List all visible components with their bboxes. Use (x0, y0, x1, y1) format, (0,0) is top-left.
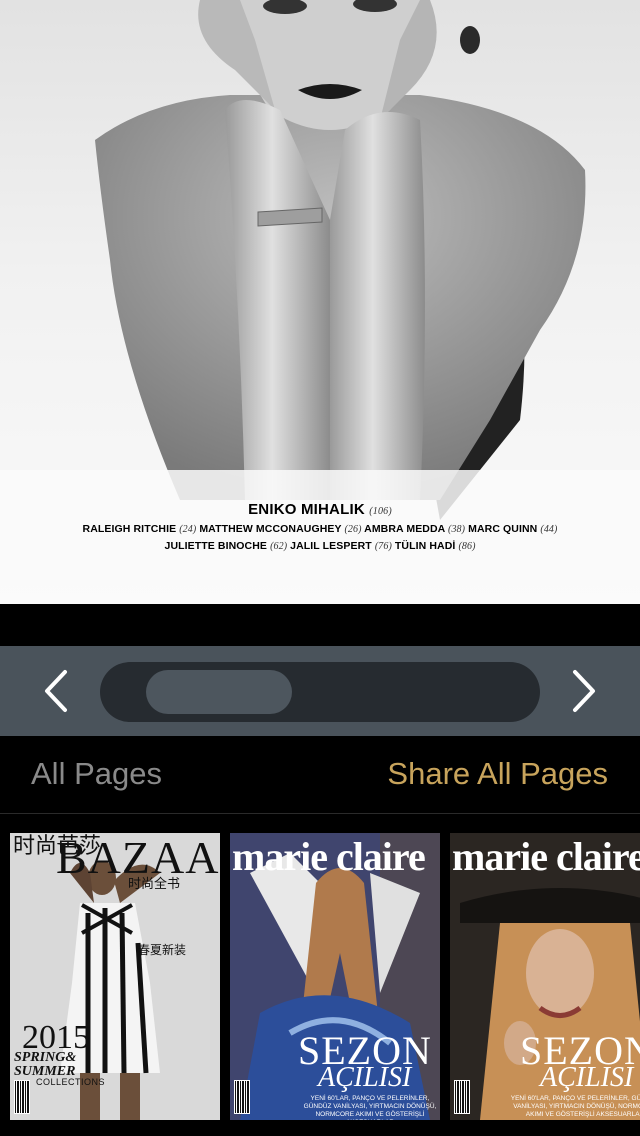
credit-page: (38) (448, 524, 466, 535)
credit-name: JALIL LESPERT (290, 540, 372, 552)
cover-3-masthead: marie claire (452, 834, 640, 879)
credit-name: MATTHEW MCCONAUGHEY (199, 523, 342, 535)
page-scrubber-thumb[interactable] (146, 670, 292, 714)
next-page-button[interactable] (534, 646, 634, 736)
credit-name: AMBRA MEDDA (364, 523, 445, 535)
credit-page: (24) (179, 524, 197, 535)
cover-2-masthead: marie claire (232, 834, 426, 879)
cover-1-season: SPRING& SUMMER (14, 1051, 76, 1079)
pages-toolbar: All Pages Share All Pages (0, 736, 640, 814)
share-all-pages-button[interactable]: Share All Pages (387, 756, 608, 792)
magazine-reader-screen: ENIKO MIHALIK (106) RALEIGH RITCHIE (24)… (0, 0, 640, 1136)
all-pages-button[interactable]: All Pages (31, 756, 162, 792)
credit-page: (26) (344, 524, 362, 535)
page-thumbnail-strip[interactable]: 时尚芭莎 BAZAAR 时尚全书 春夏新装 2015 SPRING& SUMME… (0, 815, 640, 1136)
cover-1-season-line-1: SPRING& (14, 1050, 77, 1065)
credits-line-2: JULIETTE BINOCHE (62) JALIL LESPERT (76)… (0, 538, 640, 555)
cover-1-collections: COLLECTIONS (36, 1077, 106, 1087)
credits-headline-name: ENIKO MIHALIK (248, 501, 365, 518)
cover-credits: ENIKO MIHALIK (106) RALEIGH RITCHIE (24)… (0, 500, 640, 555)
cover-3-subhead: AÇILISI (540, 1062, 634, 1093)
page-viewer[interactable]: ENIKO MIHALIK (106) RALEIGH RITCHIE (24)… (0, 0, 640, 604)
credit-page: (86) (458, 541, 476, 552)
credits-headline: ENIKO MIHALIK (106) (0, 500, 640, 521)
cover-2-tagline: YENİ 60'LAR, PANÇO VE PELERİNLER, GÜNDÜZ… (303, 1095, 437, 1120)
credits-line-1: RALEIGH RITCHIE (24) MATTHEW MCCONAUGHEY… (0, 521, 640, 538)
chevron-left-icon (45, 670, 67, 712)
thumbnail-marie-claire-cover-1[interactable]: marie claire SEZON AÇILISI YENİ 60'LAR, … (230, 833, 440, 1120)
cover-1-spring-cn: 春夏新装 (138, 943, 187, 957)
thumbnail-bazaar-cover[interactable]: 时尚芭莎 BAZAAR 时尚全书 春夏新装 2015 SPRING& SUMME… (10, 833, 220, 1120)
credit-name: RALEIGH RITCHIE (82, 523, 177, 535)
thumbnail-marie-claire-cover-2[interactable]: marie claire SEZON AÇILISI YENİ 60'LAR, … (450, 833, 640, 1120)
credits-headline-num: (106) (369, 506, 392, 517)
credit-page: (76) (374, 541, 392, 552)
barcode-icon (14, 1080, 30, 1114)
cover-2-subhead: AÇILISI (318, 1062, 412, 1093)
credit-name: TÜLIN HADİ (394, 540, 456, 552)
chevron-right-icon (573, 670, 595, 712)
previous-page-button[interactable] (6, 646, 106, 736)
cover-1-subtitle-cn: 时尚全书 (128, 877, 181, 892)
credit-page: (44) (540, 524, 558, 535)
barcode-icon (234, 1080, 250, 1114)
page-scrubber-track[interactable] (100, 662, 540, 722)
page-scrubber-bar (0, 646, 640, 736)
credit-name: MARC QUINN (468, 523, 538, 535)
credit-name: JULIETTE BINOCHE (164, 540, 268, 552)
credit-page: (62) (270, 541, 288, 552)
barcode-icon (454, 1080, 470, 1114)
cover-3-tagline: YENİ 60'LAR, PANÇO VE PELERİNLER, GÜNDÜZ… (510, 1095, 640, 1118)
